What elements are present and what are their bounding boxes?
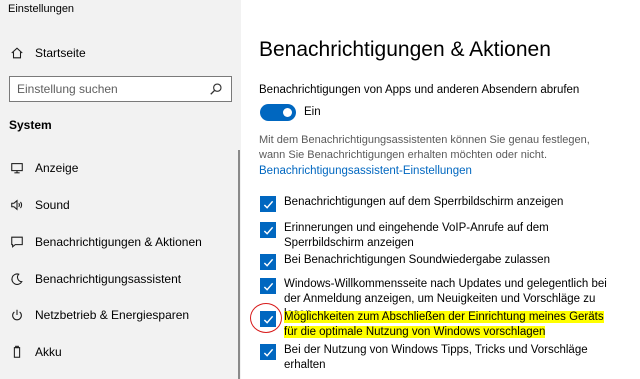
sidebar-item-akku[interactable]: Akku [0,337,241,367]
highlighted-text: Möglichkeiten zum Abschließen der Einric… [284,311,604,338]
sidebar-item-label: Startseite [35,46,86,60]
checkbox-label: Benachrichtigungen auf dem Sperrbildschi… [284,196,564,208]
monitor-icon [9,160,25,176]
sidebar-item-label: Sound [35,198,70,212]
annotation-circle [250,303,282,333]
battery-icon [9,344,25,360]
checkbox[interactable] [260,196,276,212]
checkbox[interactable] [260,278,276,294]
checkbox[interactable] [260,222,276,238]
checkmark-icon [263,200,273,209]
search-icon[interactable] [209,82,223,96]
home-icon [9,45,25,61]
checkbox-row-highlighted[interactable]: Möglichkeiten zum Abschließen der Einric… [260,310,612,340]
checkbox-label: Bei Benachrichtigungen Soundwiedergabe z… [284,254,550,266]
moon-icon [9,271,25,287]
page-title: Benachrichtigungen & Aktionen [259,38,551,61]
search-box[interactable] [9,76,232,102]
search-input[interactable] [10,82,209,96]
sidebar-item-benachrichtigungsassistent[interactable]: Benachrichtigungsassistent [0,264,241,294]
description-text: Mit dem Benachrichtigungsassistenten kön… [259,134,590,161]
toggle-state-label: Ein [304,106,321,118]
checkbox-label: Erinnerungen und eingehende VoIP-Anrufe … [284,222,549,249]
sidebar-item-sound[interactable]: Sound [0,190,241,220]
section-label: System [9,118,52,132]
checkmark-icon [263,258,273,267]
sidebar-item-netzbetrieb[interactable]: Netzbetrieb & Energiesparen [0,300,241,330]
sidebar-item-benachrichtigungen[interactable]: Benachrichtigungen & Aktionen [0,227,241,257]
sidebar-item-home[interactable]: Startseite [0,38,241,68]
sidebar-item-label: Anzeige [35,161,79,175]
main-panel: Benachrichtigungen & Aktionen Benachrich… [241,0,640,379]
checkbox[interactable] [260,254,276,270]
speaker-icon [9,197,25,213]
checkmark-icon [263,226,273,235]
checkbox-label: Bei der Nutzung von Windows Tipps, Trick… [284,344,588,371]
checkbox-row[interactable]: Bei Benachrichtigungen Soundwiedergabe z… [260,253,612,270]
sidebar-item-label: Akku [35,345,62,359]
sidebar-scrollbar[interactable] [238,150,240,379]
power-icon [9,307,25,323]
checkbox[interactable] [260,344,276,360]
checkmark-icon [263,282,273,291]
sidebar-item-label: Benachrichtigungen & Aktionen [35,235,202,249]
sidebar: Einstellungen Startseite System Anzeige … [0,0,241,379]
fetch-label: Benachrichtigungen von Apps und anderen … [259,84,580,96]
focus-assist-settings-link[interactable]: Benachrichtigungsassistent-Einstellungen [259,165,472,177]
sidebar-item-label: Netzbetrieb & Energiesparen [35,308,190,322]
checkbox-row[interactable]: Bei der Nutzung von Windows Tipps, Trick… [260,343,612,373]
window-title: Einstellungen [8,3,75,15]
checkbox-label: Möglichkeiten zum Abschließen der Einric… [284,310,612,340]
notifications-toggle[interactable] [260,104,296,121]
checkmark-icon [263,348,273,357]
checkbox-row[interactable]: Benachrichtigungen auf dem Sperrbildschi… [260,195,612,212]
message-icon [9,234,25,250]
checkbox-row[interactable]: Erinnerungen und eingehende VoIP-Anrufe … [260,221,574,251]
sidebar-item-label: Benachrichtigungsassistent [35,272,182,286]
sidebar-item-anzeige[interactable]: Anzeige [0,153,241,183]
